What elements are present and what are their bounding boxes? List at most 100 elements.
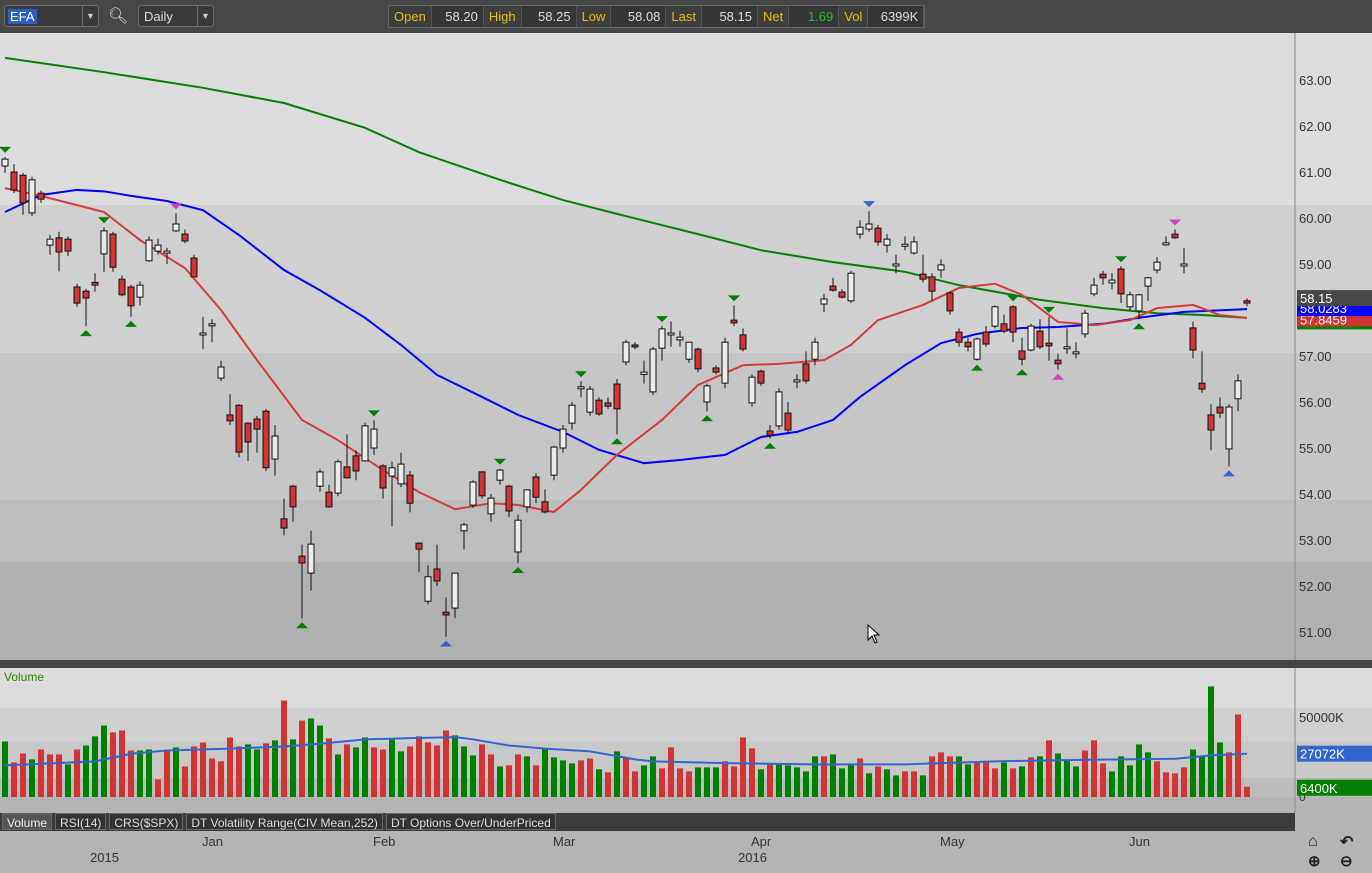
volume-bar xyxy=(875,766,881,797)
volume-bar xyxy=(380,749,386,797)
candle-body xyxy=(262,410,270,469)
toolbar: EFA ▼ 🔍︎ Daily ▼ Open 58.20 High 58.25 Low… xyxy=(0,0,1372,33)
volume-bar xyxy=(803,771,809,797)
volume-bar xyxy=(992,768,998,797)
volume-bar xyxy=(344,744,350,797)
volume-bar xyxy=(2,741,8,797)
volume-bar xyxy=(74,749,80,797)
candle-body xyxy=(415,542,423,550)
net-label: Net xyxy=(758,6,790,27)
tab-volatility-range[interactable]: DT Volatility Range(CIV Mean,252) xyxy=(186,813,383,830)
candle-body xyxy=(784,412,792,431)
tab-options-pricing[interactable]: DT Options Over/UnderPriced xyxy=(385,813,556,830)
volume-bar xyxy=(1037,756,1043,797)
candle-body xyxy=(532,476,540,498)
volume-bar xyxy=(1001,762,1007,797)
volume-bar xyxy=(965,764,971,797)
candle-body xyxy=(577,386,585,390)
background-band xyxy=(0,353,1372,500)
candle xyxy=(559,425,567,453)
background-band xyxy=(0,562,1372,660)
candle-body xyxy=(730,319,738,324)
candle-body xyxy=(55,237,63,253)
candle xyxy=(73,283,81,307)
chevron-down-icon[interactable]: ▼ xyxy=(197,6,213,26)
candle-body xyxy=(433,568,441,582)
candle xyxy=(334,459,342,497)
candle-body xyxy=(1018,350,1026,360)
candle xyxy=(586,385,594,416)
month-label: Jan xyxy=(202,834,223,849)
volume-bar xyxy=(560,760,566,797)
volume-bar xyxy=(695,767,701,797)
candle xyxy=(721,337,729,389)
volume-chart[interactable]: Volume50000K027072K6400K xyxy=(0,668,1372,813)
candle-body xyxy=(874,227,882,243)
candle xyxy=(190,254,198,278)
zoom-in-icon[interactable]: ⊕ xyxy=(1308,852,1321,870)
candle-body xyxy=(424,576,432,602)
volume-average-badge: 27072K xyxy=(1297,745,1372,762)
candle-body xyxy=(937,264,945,271)
candle-body xyxy=(658,328,666,349)
candle-body xyxy=(73,286,81,304)
volume-bar xyxy=(443,730,449,797)
volume-bar xyxy=(425,742,431,797)
candle xyxy=(748,374,756,407)
candle-body xyxy=(406,474,414,504)
home-icon[interactable]: ⌂ xyxy=(1308,833,1318,851)
candle-body xyxy=(172,223,180,232)
price-chart[interactable]: 63.0062.0061.0060.0059.0058.0057.0056.00… xyxy=(0,33,1372,660)
symbol-input[interactable]: EFA ▼ xyxy=(4,5,99,27)
zoom-out-icon[interactable]: ⊖ xyxy=(1340,852,1353,870)
candle-body xyxy=(1063,346,1071,350)
candle-body xyxy=(289,485,297,508)
candle-body xyxy=(154,244,162,252)
volume-bar xyxy=(524,756,530,797)
background-band xyxy=(0,500,1372,562)
candle-body xyxy=(514,519,522,553)
tab-crs[interactable]: CRS($SPX) xyxy=(109,813,184,830)
volume-bar xyxy=(1163,772,1169,797)
y-tick-label: 63.00 xyxy=(1299,73,1332,88)
candle-body xyxy=(640,371,648,375)
month-label: Mar xyxy=(553,834,576,849)
candle-body xyxy=(829,285,837,291)
undo-icon[interactable]: ↶ xyxy=(1340,832,1353,852)
volume-bar xyxy=(569,763,575,797)
month-label: Apr xyxy=(751,834,772,849)
volume-bar xyxy=(56,754,62,797)
quote-bar: Open 58.20 High 58.25 Low 58.08 Last 58.15 N… xyxy=(388,5,926,28)
volume-bar xyxy=(722,761,728,797)
volume-bar xyxy=(839,768,845,797)
candle-body xyxy=(703,385,711,403)
candle xyxy=(235,404,243,458)
panel-divider[interactable] xyxy=(0,660,1372,668)
candle-body xyxy=(100,230,108,255)
volume-bar xyxy=(290,739,296,797)
volume-bar xyxy=(515,754,521,797)
chevron-down-icon[interactable]: ▼ xyxy=(82,6,98,26)
volume-bar xyxy=(1217,742,1223,797)
candle-body xyxy=(1171,233,1179,239)
search-icon[interactable]: 🔍︎ xyxy=(108,6,128,26)
volume-bar xyxy=(623,757,629,797)
volume-bar xyxy=(920,775,926,797)
volume-bar xyxy=(245,744,251,797)
volume-bar xyxy=(785,765,791,797)
tab-volume[interactable]: Volume xyxy=(2,813,53,830)
candle-body xyxy=(622,341,630,363)
candle-body xyxy=(1,158,9,167)
tab-rsi[interactable]: RSI(14) xyxy=(55,813,107,830)
month-label: Feb xyxy=(373,834,396,849)
candle-body xyxy=(136,284,144,298)
volume-bar xyxy=(128,750,134,797)
candle xyxy=(847,270,855,304)
candle-body xyxy=(793,379,801,383)
period-select[interactable]: Daily ▼ xyxy=(138,5,214,27)
vol-value: 6399K xyxy=(868,6,925,27)
volume-bar xyxy=(731,766,737,797)
candle xyxy=(595,397,603,416)
y-tick-label: 52.00 xyxy=(1299,579,1332,594)
candle-body xyxy=(1180,263,1188,267)
